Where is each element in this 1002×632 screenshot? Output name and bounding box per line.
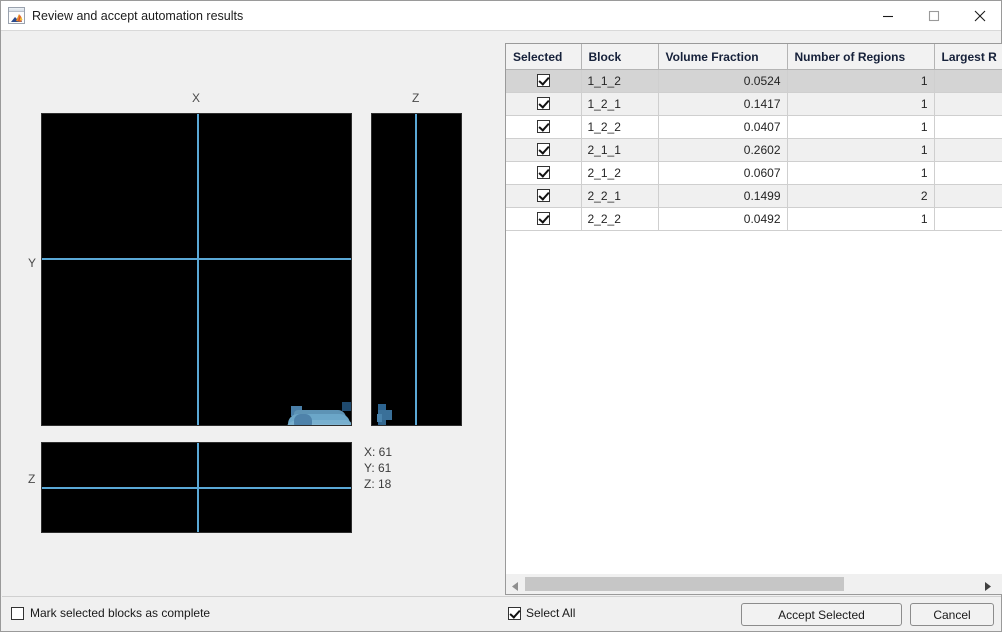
cell-largest-region	[934, 184, 1002, 208]
table-row[interactable]: 2_2_1 0.1499 2	[506, 184, 1002, 208]
cell-number-of-regions: 1	[787, 92, 935, 116]
row-select-cell[interactable]	[506, 184, 582, 208]
slice-view-xy[interactable]	[41, 113, 352, 426]
title-bar: Review and accept automation results	[1, 1, 1001, 31]
row-checkbox[interactable]	[536, 74, 550, 87]
results-table-container[interactable]: Selected Block Volume Fraction Number of…	[505, 43, 1002, 595]
column-header-number-of-regions[interactable]: Number of Regions	[787, 44, 935, 70]
cell-volume-fraction: 0.0492	[658, 207, 788, 231]
select-all-checkbox-row[interactable]: Select All	[508, 606, 575, 620]
cell-block: 2_2_1	[581, 184, 659, 208]
cell-volume-fraction: 0.1417	[658, 92, 788, 116]
cell-block: 1_2_1	[581, 92, 659, 116]
cell-largest-region	[934, 207, 1002, 231]
scroll-right-icon[interactable]	[980, 574, 997, 593]
maximize-icon[interactable]	[911, 1, 957, 30]
cell-volume-fraction: 0.0607	[658, 161, 788, 185]
cell-number-of-regions: 1	[787, 69, 935, 93]
row-select-cell[interactable]	[506, 138, 582, 162]
minimize-icon[interactable]	[865, 1, 911, 30]
axis-label-x: X	[192, 91, 201, 105]
row-select-cell[interactable]	[506, 92, 582, 116]
column-header-selected[interactable]: Selected	[506, 44, 582, 70]
slice-view-yz[interactable]	[371, 113, 462, 426]
cell-block: 2_1_2	[581, 161, 659, 185]
coordinate-z: Z: 18	[364, 477, 392, 491]
table-body: 1_1_2 0.0524 1 1_2_1 0.1417 1 1_2_2 0.0407 1 2_1_…	[506, 69, 1002, 231]
mark-complete-label: Mark selected blocks as complete	[30, 606, 211, 620]
table-horizontal-scrollbar[interactable]	[505, 574, 1002, 595]
row-checkbox[interactable]	[536, 189, 550, 202]
axis-label-y: Y	[28, 256, 37, 270]
slice-view-xz[interactable]	[41, 442, 352, 533]
coordinate-y: Y: 61	[364, 461, 392, 475]
row-checkbox[interactable]	[536, 212, 550, 225]
table-row[interactable]: 2_1_2 0.0607 1	[506, 161, 1002, 185]
cell-number-of-regions: 2	[787, 184, 935, 208]
column-header-volume-fraction[interactable]: Volume Fraction	[658, 44, 788, 70]
row-select-cell[interactable]	[506, 69, 582, 93]
cell-number-of-regions: 1	[787, 115, 935, 139]
table-row[interactable]: 2_2_2 0.0492 1	[506, 207, 1002, 231]
cell-block: 1_2_2	[581, 115, 659, 139]
cell-largest-region	[934, 138, 1002, 162]
row-checkbox[interactable]	[536, 120, 550, 133]
close-icon[interactable]	[957, 1, 1002, 30]
results-table: Selected Block Volume Fraction Number of…	[506, 44, 1002, 231]
row-checkbox[interactable]	[536, 143, 550, 156]
row-checkbox[interactable]	[536, 166, 550, 179]
cell-volume-fraction: 0.0407	[658, 115, 788, 139]
table-row[interactable]: 2_1_1 0.2602 1	[506, 138, 1002, 162]
cell-number-of-regions: 1	[787, 207, 935, 231]
accept-selected-button[interactable]: Accept Selected	[741, 603, 902, 626]
axis-label-z-top: Z	[412, 91, 420, 105]
coordinate-x: X: 61	[364, 445, 393, 459]
scroll-left-icon[interactable]	[507, 574, 524, 593]
coordinate-readout: X: 61 Y: 61 Z: 18	[364, 444, 392, 492]
image-viewer-pane: X Z Y Z X: 61 Y: 61 Z: 18	[2, 32, 501, 596]
cell-largest-region	[934, 161, 1002, 185]
mark-complete-checkbox[interactable]	[11, 606, 24, 620]
table-row[interactable]: 1_1_2 0.0524 1	[506, 69, 1002, 93]
row-select-cell[interactable]	[506, 115, 582, 139]
cell-largest-region	[934, 69, 1002, 93]
row-select-cell[interactable]	[506, 161, 582, 185]
cell-block: 1_1_2	[581, 69, 659, 93]
cell-block: 2_1_1	[581, 138, 659, 162]
row-checkbox[interactable]	[536, 97, 550, 110]
cell-largest-region	[934, 92, 1002, 116]
cell-volume-fraction: 0.0524	[658, 69, 788, 93]
table-row[interactable]: 1_2_2 0.0407 1	[506, 115, 1002, 139]
scrollbar-thumb[interactable]	[525, 577, 844, 591]
window-title: Review and accept automation results	[32, 9, 244, 23]
axis-label-z-bottom: Z	[28, 472, 36, 486]
cell-number-of-regions: 1	[787, 161, 935, 185]
column-header-block[interactable]: Block	[581, 44, 659, 70]
select-all-label: Select All	[526, 606, 576, 620]
select-all-checkbox[interactable]	[508, 606, 521, 620]
cell-number-of-regions: 1	[787, 138, 935, 162]
column-header-largest-region[interactable]: Largest R	[934, 44, 1002, 70]
cell-largest-region	[934, 115, 1002, 139]
mark-complete-checkbox-row[interactable]: Mark selected blocks as complete	[11, 606, 210, 620]
cell-volume-fraction: 0.1499	[658, 184, 788, 208]
cell-volume-fraction: 0.2602	[658, 138, 788, 162]
cancel-button[interactable]: Cancel	[910, 603, 994, 626]
table-header-row: Selected Block Volume Fraction Number of…	[506, 44, 1002, 70]
row-select-cell[interactable]	[506, 207, 582, 231]
table-row[interactable]: 1_2_1 0.1417 1	[506, 92, 1002, 116]
cell-block: 2_2_2	[581, 207, 659, 231]
matlab-icon	[8, 7, 25, 24]
footer-bar: Mark selected blocks as complete Select …	[2, 596, 1001, 631]
dialog-window: Review and accept automation results X Z…	[0, 0, 1002, 632]
